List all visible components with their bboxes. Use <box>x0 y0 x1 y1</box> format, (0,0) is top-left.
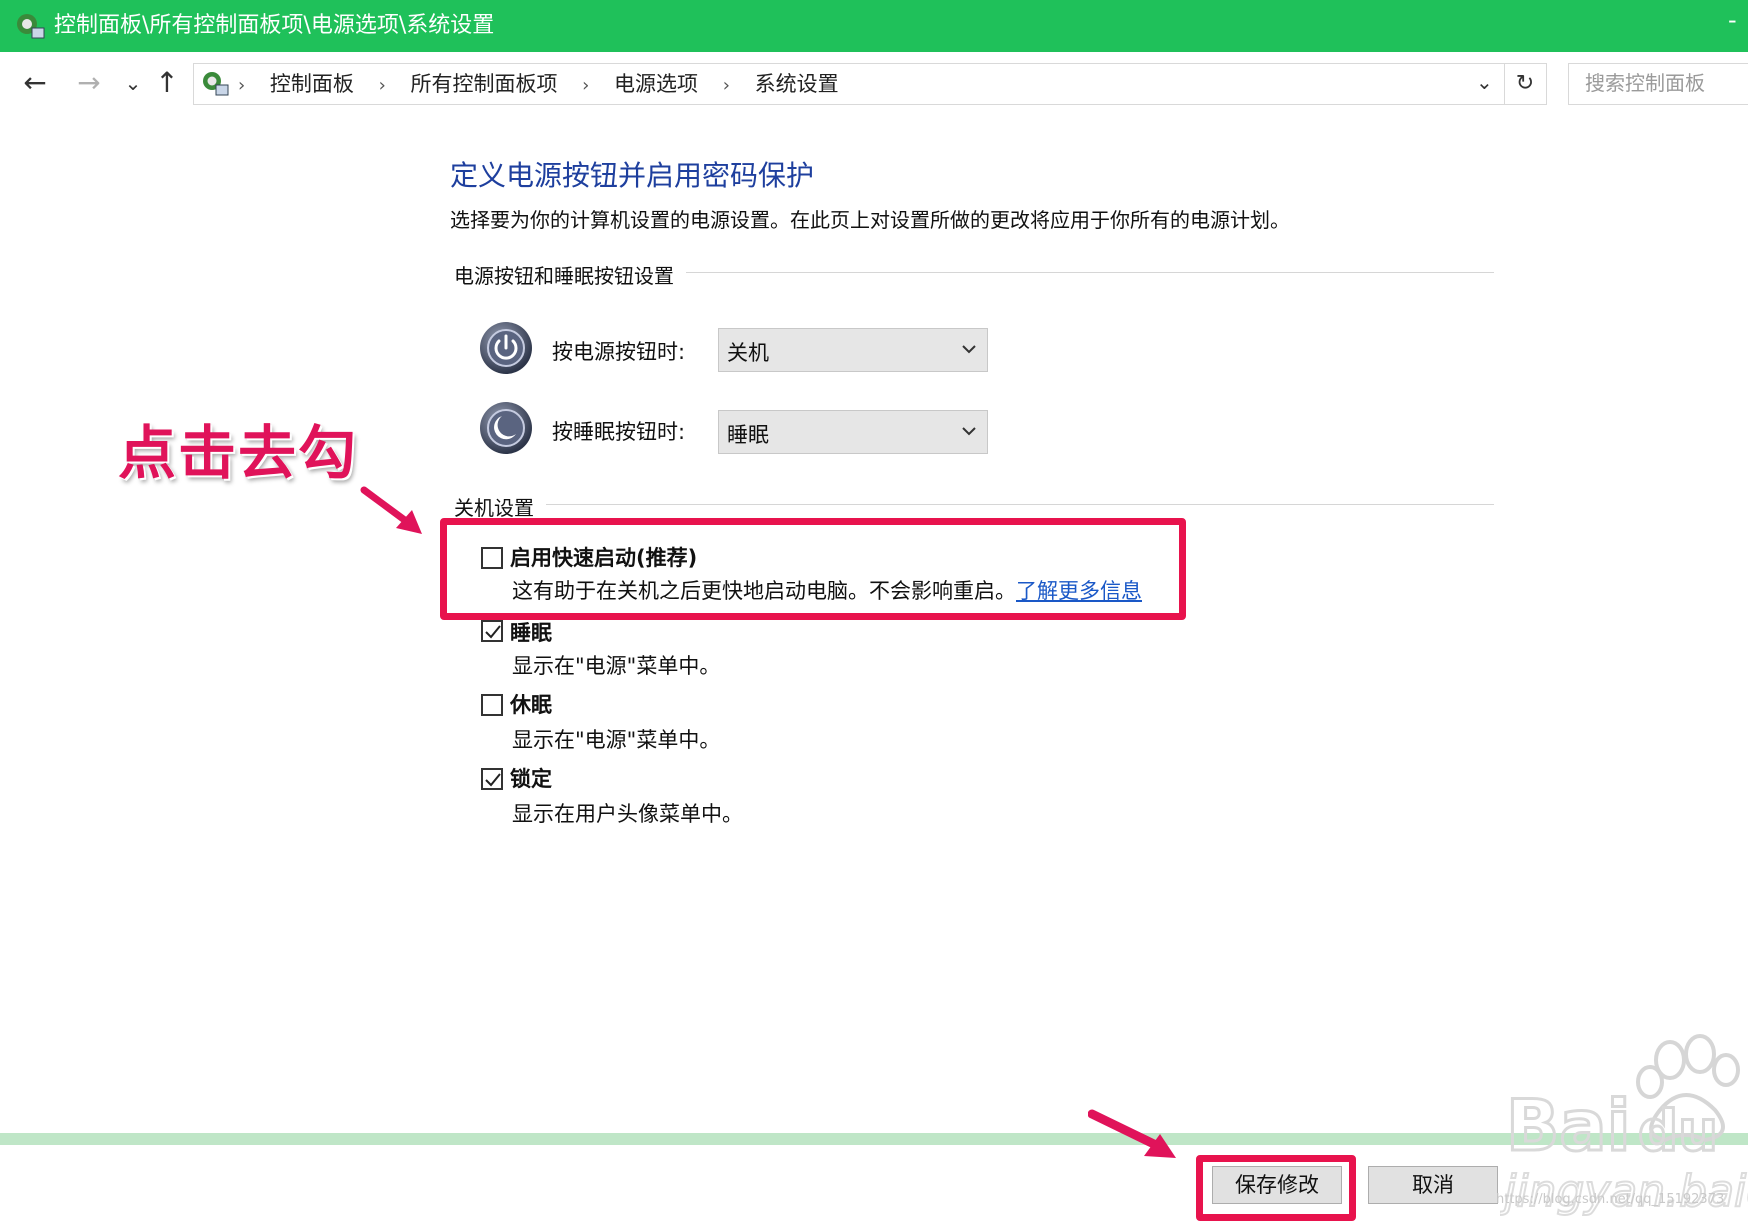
sleep-option-description: 显示在"电源"菜单中。 <box>512 654 721 678</box>
annotation-arrow-icon <box>360 486 422 534</box>
chevron-down-icon <box>962 345 976 354</box>
minimize-button[interactable]: - <box>1728 6 1737 34</box>
address-dropdown-icon[interactable]: ⌄ <box>1476 70 1493 94</box>
watermark-url: https://blog.csdn.net/qq_15192373 <box>1496 1192 1725 1207</box>
control-panel-icon <box>17 14 45 39</box>
sleep-button-action-select[interactable]: 睡眠 <box>718 410 988 454</box>
sleep-button-label: 按睡眠按钮时: <box>552 420 686 444</box>
breadcrumb-separator: › <box>722 75 730 96</box>
power-icon <box>480 322 532 374</box>
title-bar: 控制面板\所有控制面板项\电源选项\系统设置 - <box>0 0 1748 52</box>
annotation-arrow-icon <box>1088 1109 1176 1158</box>
main-content: 定义电源按钮并启用密码保护 选择要为你的计算机设置的电源设置。在此页上对设置所做… <box>0 114 1748 1114</box>
save-changes-button[interactable]: 保存修改 <box>1212 1166 1342 1204</box>
hibernate-checkbox[interactable] <box>481 694 503 716</box>
lock-option-title: 锁定 <box>510 767 552 791</box>
checkmark-icon <box>485 625 501 639</box>
lock-checkbox[interactable] <box>481 768 503 790</box>
refresh-icon[interactable]: ↻ <box>1504 64 1545 104</box>
power-button-label: 按电源按钮时: <box>552 340 686 364</box>
page-title: 定义电源按钮并启用密码保护 <box>450 159 815 192</box>
footer-divider <box>0 1133 1748 1145</box>
search-box[interactable] <box>1568 63 1748 105</box>
hibernate-option-title: 休眠 <box>510 693 552 717</box>
fast-startup-highlight-box <box>440 518 1186 620</box>
navigation-bar: ← → ⌄ ↑ › 控制面板 › 所有控制面板项 › 电源选项 › 系统设置 ⌄… <box>0 52 1748 114</box>
back-arrow-icon[interactable]: ← <box>18 66 52 100</box>
page-description: 选择要为你的计算机设置的电源设置。在此页上对设置所做的更改将应用于你所有的电源计… <box>450 208 1290 232</box>
address-bar[interactable]: › 控制面板 › 所有控制面板项 › 电源选项 › 系统设置 ⌄ ↻ <box>193 63 1547 105</box>
breadcrumb-separator: › <box>378 75 386 96</box>
hibernate-option-description: 显示在"电源"菜单中。 <box>512 728 721 752</box>
chevron-down-icon <box>962 427 976 436</box>
breadcrumb-separator: › <box>238 75 246 96</box>
control-panel-icon <box>203 72 229 96</box>
svg-text:du: du <box>1638 1099 1718 1164</box>
checkmark-icon <box>485 773 501 787</box>
up-arrow-icon[interactable]: ↑ <box>150 66 184 100</box>
section-divider <box>454 504 1494 505</box>
svg-text:Bai: Bai <box>1506 1085 1631 1167</box>
breadcrumb-item[interactable]: 所有控制面板项 <box>410 72 557 96</box>
sleep-checkbox[interactable] <box>481 620 503 642</box>
recent-locations-chevron-icon[interactable]: ⌄ <box>116 66 150 100</box>
sleep-button-action-value: 睡眠 <box>727 423 769 447</box>
search-input[interactable] <box>1583 64 1748 102</box>
sleep-option-title: 睡眠 <box>510 621 552 645</box>
breadcrumb-item[interactable]: 系统设置 <box>755 72 839 96</box>
forward-arrow-icon[interactable]: → <box>72 66 106 100</box>
breadcrumb-separator: › <box>582 75 590 96</box>
breadcrumb-item[interactable]: 电源选项 <box>614 72 698 96</box>
breadcrumb: › 控制面板 › 所有控制面板项 › 电源选项 › 系统设置 <box>238 70 839 100</box>
section-label-shutdown: 关机设置 <box>454 492 546 521</box>
power-button-action-value: 关机 <box>727 341 769 365</box>
window-title: 控制面板\所有控制面板项\电源选项\系统设置 <box>54 13 495 38</box>
power-button-action-select[interactable]: 关机 <box>718 328 988 372</box>
lock-option-description: 显示在用户头像菜单中。 <box>512 802 743 826</box>
annotation-text: 点击去勾 <box>118 419 359 487</box>
breadcrumb-item[interactable]: 控制面板 <box>270 72 354 96</box>
section-label-power-buttons: 电源按钮和睡眠按钮设置 <box>454 260 686 289</box>
sleep-icon <box>480 402 532 454</box>
cancel-button[interactable]: 取消 <box>1368 1166 1498 1204</box>
